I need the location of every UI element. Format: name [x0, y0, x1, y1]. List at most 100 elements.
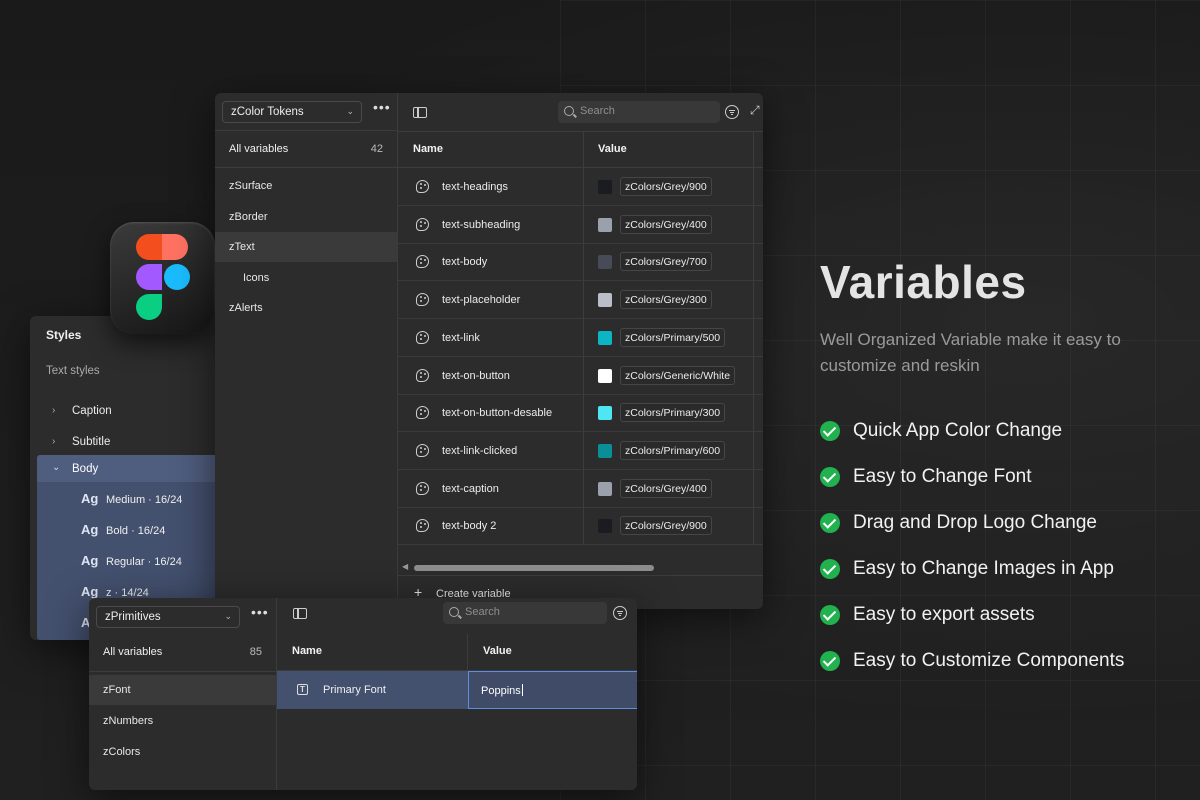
table-row[interactable]: text-caption zColors/Grey/400	[398, 470, 763, 508]
primitives-panel: zPrimitives ⌄ ••• All variables 85 zFont…	[89, 598, 637, 790]
text-style-label: Regular · 16/24	[106, 556, 182, 568]
primitives-collection-dropdown[interactable]: zPrimitives ⌄	[96, 606, 240, 628]
sidebar-item-group[interactable]: Icons	[215, 263, 397, 293]
table-row[interactable]: text-on-button-desable zColors/Primary/30…	[398, 394, 763, 433]
color-swatch[interactable]	[598, 406, 612, 421]
text-style-preview-icon: Ag	[81, 584, 99, 599]
color-variable-icon	[416, 406, 429, 420]
variable-alias[interactable]: zColors/Grey/900	[620, 177, 712, 196]
variable-alias[interactable]: zColors/Grey/400	[620, 214, 712, 234]
feature-label: Quick App Color Change	[853, 420, 1063, 441]
feature-label: Easy to Change Images in App	[853, 558, 1114, 579]
sidebar-item-label: zSurface	[229, 180, 273, 192]
text-style-preview-icon: Ag	[81, 553, 99, 568]
chevron-down-icon: ⌄	[52, 462, 61, 473]
color-swatch[interactable]	[598, 293, 612, 308]
sidebar-item-label: zAlerts	[229, 302, 263, 314]
sidebar-item-group[interactable]: zColors	[89, 737, 276, 767]
value-column-header: Value	[483, 645, 512, 657]
sidebar-item-group[interactable]: zNumbers	[89, 706, 276, 736]
text-style-preview-icon: Ag	[81, 522, 99, 537]
variable-name: text-subheading	[442, 218, 521, 231]
variables-table: Search ⤢ Name Value text-headings zColors…	[398, 93, 763, 609]
check-circle-icon	[820, 513, 840, 533]
collections-sidebar: zColor Tokens ⌄ ••• All variables 42 zSu…	[215, 93, 398, 609]
styles-title: Styles	[46, 328, 82, 342]
expand-icon[interactable]: ⤢	[750, 103, 760, 118]
color-swatch[interactable]	[598, 368, 612, 383]
variable-value-input[interactable]: Poppins	[468, 671, 637, 709]
sidebar-item-label: zText	[229, 241, 255, 253]
name-column-header: Name	[413, 143, 443, 155]
variable-alias[interactable]: zColors/Grey/300	[620, 290, 712, 310]
filter-icon[interactable]	[722, 102, 742, 122]
sidebar-toggle-icon[interactable]	[293, 608, 307, 619]
table-row[interactable]: text-link zColors/Primary/500	[398, 319, 763, 357]
variable-name: text-on-button-desable	[442, 407, 553, 420]
table-row[interactable]: text-on-button zColors/Generic/White	[398, 357, 763, 395]
search-input[interactable]: Search	[558, 101, 720, 123]
color-swatch[interactable]	[598, 330, 612, 345]
search-icon	[449, 607, 459, 617]
variable-alias[interactable]: zColors/Grey/400	[620, 478, 712, 498]
variable-alias[interactable]: zColors/Generic/White	[620, 365, 736, 385]
color-swatch[interactable]	[598, 481, 612, 496]
variable-alias[interactable]: zColors/Primary/600	[620, 440, 726, 460]
color-swatch[interactable]	[598, 255, 612, 270]
table-row[interactable]: T Primary Font Poppins	[277, 671, 637, 709]
variable-alias[interactable]: zColors/Primary/300	[620, 403, 726, 423]
scroll-left-icon[interactable]: ◀	[402, 562, 408, 571]
all-variables-label: All variables	[103, 646, 163, 658]
collection-name: zColor Tokens	[231, 106, 304, 118]
color-swatch[interactable]	[598, 519, 612, 534]
variable-alias[interactable]: zColors/Grey/700	[620, 252, 712, 272]
sidebar-item-group[interactable]: zSurface	[215, 171, 397, 201]
filter-icon[interactable]	[610, 603, 630, 623]
sidebar-item-group[interactable]: zBorder	[215, 202, 397, 232]
table-row[interactable]: text-link-clicked zColors/Primary/600	[398, 432, 763, 470]
text-styles-heading: Text styles	[46, 365, 100, 377]
style-group-label: Subtitle	[72, 436, 111, 448]
variable-alias[interactable]: zColors/Primary/500	[620, 327, 726, 347]
feature-label: Easy to Change Font	[853, 466, 1032, 487]
text-style-label: Medium · 16/24	[106, 494, 183, 506]
color-swatch[interactable]	[598, 180, 612, 194]
table-row[interactable]: text-body zColors/Grey/700	[398, 243, 763, 282]
search-icon	[564, 106, 574, 116]
logo-piece-green	[136, 294, 162, 320]
more-options-icon[interactable]: •••	[373, 99, 391, 115]
table-row[interactable]: text-placeholder zColors/Grey/300	[398, 281, 763, 320]
sidebar-toggle-icon[interactable]	[413, 107, 427, 118]
logo-piece-red	[136, 234, 162, 260]
logo-piece-blue	[164, 264, 190, 290]
search-input[interactable]: Search	[443, 602, 607, 624]
variable-alias[interactable]: zColors/Grey/900	[620, 516, 712, 536]
all-variables-label: All variables	[229, 143, 289, 155]
variable-name: text-caption	[442, 482, 499, 495]
color-swatch[interactable]	[598, 443, 612, 458]
table-row[interactable]: text-subheading zColors/Grey/400	[398, 206, 763, 244]
sidebar-item-group[interactable]: zText	[215, 232, 397, 262]
chevron-down-icon: ⌄	[224, 611, 232, 621]
text-type-icon: T	[297, 684, 308, 695]
table-row[interactable]: text-body 2 zColors/Grey/900	[398, 507, 763, 546]
all-variables-item[interactable]: All variables 42	[215, 130, 397, 168]
horizontal-scrollbar[interactable]	[414, 565, 654, 571]
chevron-down-icon: ⌄	[346, 106, 354, 116]
more-options-icon[interactable]: •••	[251, 604, 269, 620]
color-swatch[interactable]	[598, 217, 612, 232]
column-divider	[467, 634, 468, 671]
sidebar-item-group[interactable]: zFont	[89, 675, 276, 705]
color-variable-icon	[416, 217, 429, 231]
feature-label: Easy to Customize Components	[853, 650, 1125, 671]
all-variables-item[interactable]: All variables 85	[89, 634, 276, 672]
sidebar-item-group[interactable]: zAlerts	[215, 293, 397, 323]
all-variables-count: 85	[249, 646, 262, 658]
check-circle-icon	[820, 605, 840, 625]
hero-subtitle: Well Organized Variable make it easy to …	[820, 330, 1121, 375]
text-style-label: Bold · 16/24	[106, 525, 166, 537]
sidebar-item-label: Icons	[243, 271, 270, 284]
variable-name: text-on-button	[442, 369, 510, 382]
table-row[interactable]: text-headings zColors/Grey/900	[398, 168, 763, 206]
collection-dropdown[interactable]: zColor Tokens ⌄	[222, 101, 362, 123]
